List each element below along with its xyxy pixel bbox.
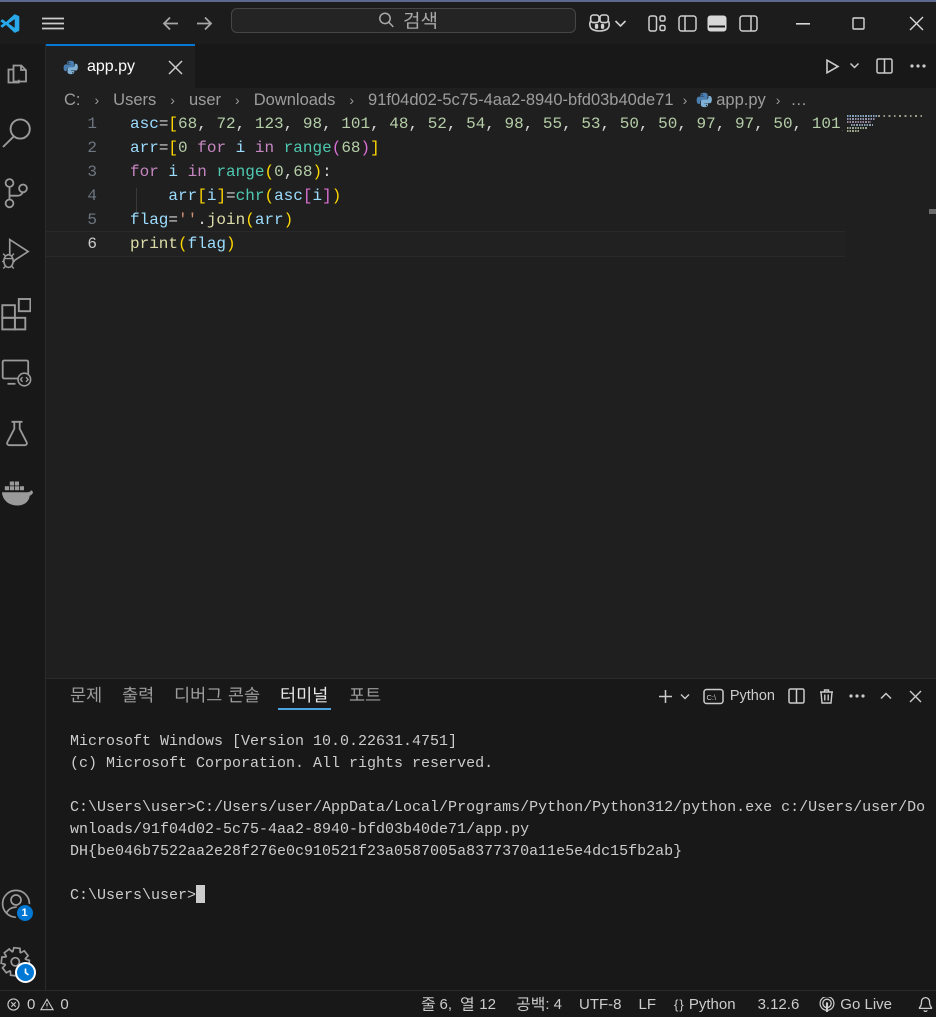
svg-text:C:\: C:\ — [706, 693, 717, 702]
